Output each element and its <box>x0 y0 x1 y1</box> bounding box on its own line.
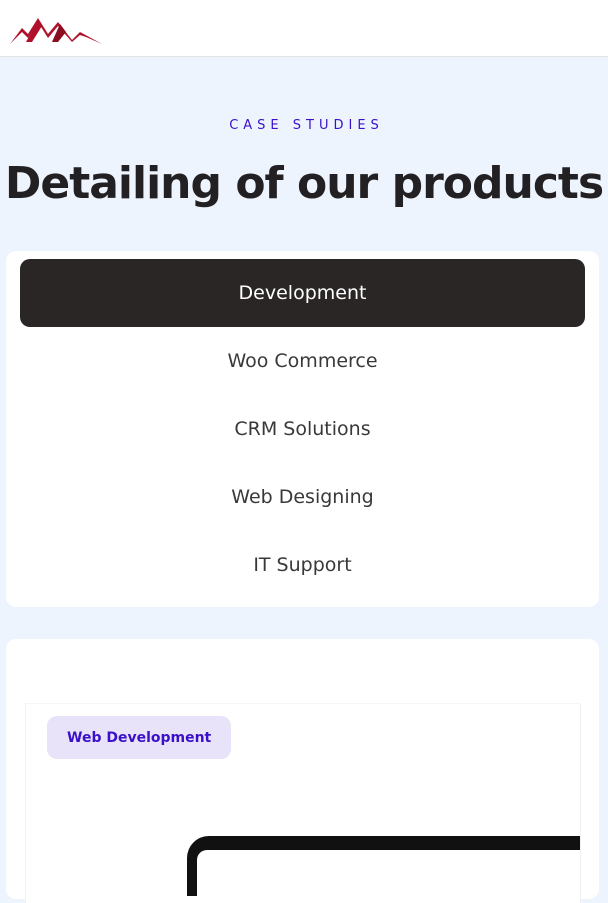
section-eyebrow: CASE STUDIES <box>229 118 384 133</box>
category-tabs: Development Woo Commerce CRM Solutions W… <box>6 251 599 607</box>
laptop-mockup <box>187 836 580 903</box>
site-header <box>0 0 608 57</box>
category-badge: Web Development <box>47 716 232 759</box>
mountain-logo-icon[interactable] <box>8 12 104 46</box>
laptop-screen <box>197 850 580 903</box>
page-title: Detailing of our products <box>4 158 604 209</box>
tab-woo-commerce[interactable]: Woo Commerce <box>20 327 585 395</box>
case-study-card: Web Development <box>6 639 599 903</box>
case-study-preview[interactable]: Web Development <box>25 703 581 903</box>
tab-it-support[interactable]: IT Support <box>20 531 585 599</box>
tab-crm-solutions[interactable]: CRM Solutions <box>20 395 585 463</box>
tab-development[interactable]: Development <box>20 259 585 327</box>
tab-web-designing[interactable]: Web Designing <box>20 463 585 531</box>
